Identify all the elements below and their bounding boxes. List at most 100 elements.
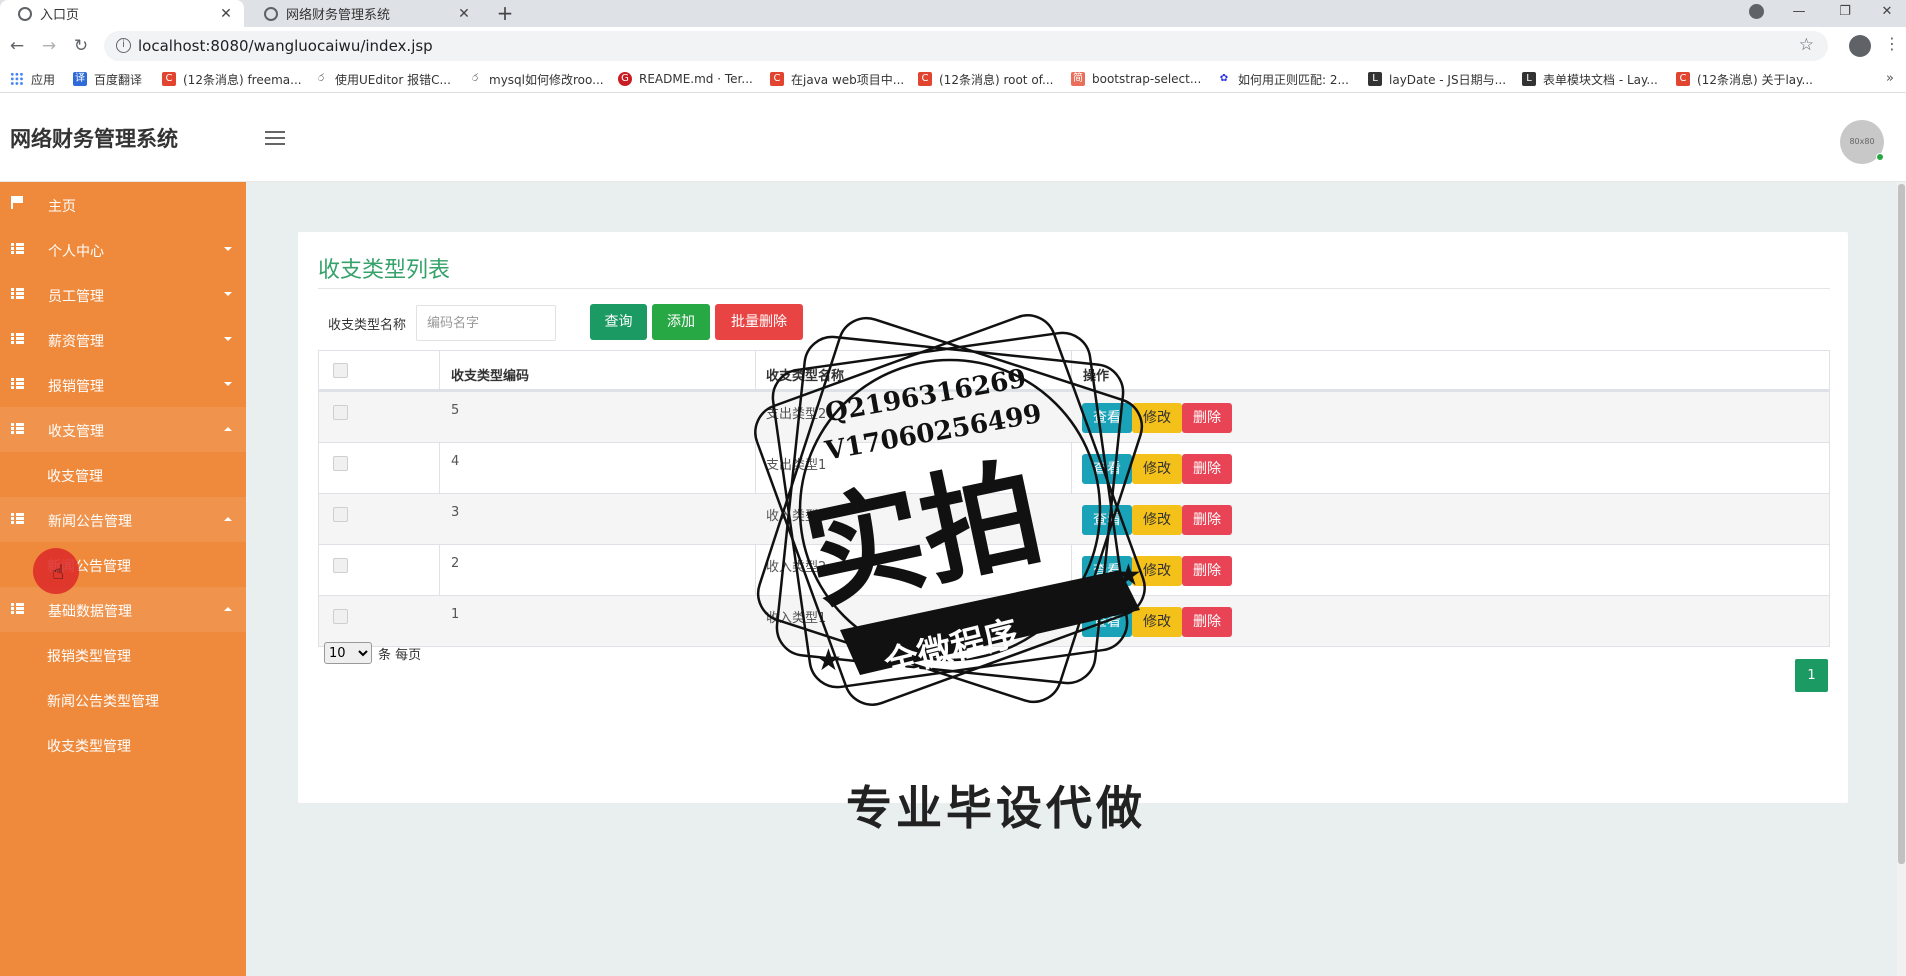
sidebar-item-reimbursement[interactable]: 报销管理 xyxy=(0,362,246,407)
hand-cursor-icon: ☝ xyxy=(52,560,65,584)
page-button-1[interactable]: 1 xyxy=(1795,659,1828,692)
info-icon[interactable]: i xyxy=(116,38,131,53)
table-row: 3 收入类型3 查看 修改 删除 xyxy=(319,493,1829,544)
view-button[interactable]: 查看 xyxy=(1082,505,1132,535)
row-checkbox[interactable] xyxy=(333,507,348,522)
online-status-dot xyxy=(1876,153,1884,161)
bookmark-item[interactable]: ර 使用UEditor 报错C... xyxy=(314,70,451,88)
type-name-cell: 收入类型3 xyxy=(766,509,827,524)
grid-icon xyxy=(11,243,24,254)
forward-icon[interactable]: → xyxy=(38,35,60,57)
csdn-icon: C xyxy=(918,72,932,86)
type-name-search-input[interactable] xyxy=(416,305,556,341)
bookmark-item[interactable]: C (12条消息) root of... xyxy=(918,70,1053,88)
restore-icon[interactable]: ❐ xyxy=(1822,0,1868,27)
edit-button[interactable]: 修改 xyxy=(1132,403,1182,433)
more-vert-icon[interactable]: ⋮ xyxy=(1884,34,1900,53)
column-header: 收支类型名称 xyxy=(766,369,845,384)
view-button[interactable]: 查看 xyxy=(1082,403,1132,433)
delete-button[interactable]: 删除 xyxy=(1182,607,1232,637)
account-icon[interactable] xyxy=(1849,35,1871,57)
bookmarks-overflow-icon[interactable]: » xyxy=(1886,71,1894,86)
edit-button[interactable]: 修改 xyxy=(1132,607,1182,637)
bookmark-item[interactable]: 简 bootstrap-select... xyxy=(1071,70,1201,88)
bookmark-item[interactable]: L 表单模块文档 - Lay... xyxy=(1522,70,1658,88)
view-button[interactable]: 查看 xyxy=(1082,556,1132,586)
tab-search-icon[interactable] xyxy=(1749,4,1764,19)
sidebar-item-salary[interactable]: 薪资管理 xyxy=(0,317,246,362)
back-icon[interactable]: ← xyxy=(6,35,28,57)
grid-icon xyxy=(11,423,24,434)
close-icon[interactable]: ✕ xyxy=(218,6,234,22)
sidebar-subitem-income-type[interactable]: 收支类型管理 xyxy=(0,722,246,767)
bookmark-item[interactable]: ✿ 如何用正则匹配: 2... xyxy=(1217,70,1349,88)
sidebar-item-label: 个人中心 xyxy=(48,244,104,260)
reload-icon[interactable]: ↻ xyxy=(70,35,92,57)
omnibox[interactable]: i localhost:8080/wangluocaiwu/index.jsp … xyxy=(104,31,1828,61)
new-tab-icon[interactable]: + xyxy=(495,1,515,25)
chevron-down-icon xyxy=(224,292,232,296)
window-close-icon[interactable]: ✕ xyxy=(1864,0,1906,27)
chevron-down-icon xyxy=(224,337,232,341)
edit-button[interactable]: 修改 xyxy=(1132,505,1182,535)
bookmark-item[interactable]: C (12条消息) 关于lay... xyxy=(1676,70,1813,88)
bookmark-label: 如何用正则匹配: 2... xyxy=(1238,72,1349,87)
bookmark-item[interactable]: G README.md · Ter... xyxy=(618,70,753,88)
search-button[interactable]: 查询 xyxy=(590,304,647,340)
browser-tab-system[interactable]: 网络财务管理系统 ✕ xyxy=(246,0,482,27)
bookmark-item[interactable]: ර mysql如何修改roo... xyxy=(468,70,604,88)
sidebar-item-label: 员工管理 xyxy=(48,289,104,305)
view-button[interactable]: 查看 xyxy=(1082,607,1132,637)
delete-button[interactable]: 删除 xyxy=(1182,403,1232,433)
table-row: 5 支出类型2 查看 修改 删除 xyxy=(319,391,1829,442)
delete-button[interactable]: 删除 xyxy=(1182,505,1232,535)
globe-icon xyxy=(264,6,278,21)
row-checkbox[interactable] xyxy=(333,456,348,471)
select-all-checkbox[interactable] xyxy=(333,363,348,378)
row-checkbox[interactable] xyxy=(333,609,348,624)
sidebar-item-employees[interactable]: 员工管理 xyxy=(0,272,246,317)
batch-delete-button[interactable]: 批量删除 xyxy=(715,304,803,340)
close-icon[interactable]: ✕ xyxy=(456,6,472,22)
sidebar-item-income-expense[interactable]: 收支管理 xyxy=(0,407,246,452)
app-header: 网络财务管理系统 80x80 xyxy=(0,93,1906,182)
app-title: 网络财务管理系统 xyxy=(10,127,178,151)
type-name-cell: 支出类型1 xyxy=(766,458,827,473)
per-page-select[interactable]: 10 xyxy=(324,642,372,664)
edit-button[interactable]: 修改 xyxy=(1132,454,1182,484)
delete-button[interactable]: 删除 xyxy=(1182,556,1232,586)
tab-title: 网络财务管理系统 xyxy=(286,8,391,23)
jianshu-icon: 简 xyxy=(1071,72,1085,86)
bookmark-item[interactable]: L layDate - JS日期与... xyxy=(1368,70,1506,88)
minimize-icon[interactable]: — xyxy=(1776,0,1822,27)
scrollbar-thumb[interactable] xyxy=(1898,184,1905,864)
sidebar-item-home[interactable]: 主页 xyxy=(0,182,246,227)
baidu-icon: ✿ xyxy=(1219,73,1229,84)
add-button[interactable]: 添加 xyxy=(652,304,710,340)
globe-icon xyxy=(18,6,32,21)
sidebar-subitem-expense-type[interactable]: 报销类型管理 xyxy=(0,632,246,677)
table-row: 2 收入类型2 查看 修改 删除 xyxy=(319,544,1829,595)
browser-tab-entry[interactable]: 入口页 ✕ xyxy=(0,0,244,27)
sidebar-subitem-income-expense[interactable]: 收支管理 xyxy=(0,452,246,497)
bookmark-item[interactable]: C (12条消息) freema... xyxy=(162,70,302,88)
bookmark-item[interactable]: 译 百度翻译 xyxy=(73,70,142,88)
table-row: 4 支出类型1 查看 修改 删除 xyxy=(319,442,1829,493)
delete-button[interactable]: 删除 xyxy=(1182,454,1232,484)
layui-icon: L xyxy=(1368,72,1382,86)
bookmark-label: 应用 xyxy=(31,72,56,87)
row-checkbox[interactable] xyxy=(333,558,348,573)
edit-button[interactable]: 修改 xyxy=(1132,556,1182,586)
sidebar-subitem-news-type[interactable]: 新闻公告类型管理 xyxy=(0,677,246,722)
star-icon[interactable]: ☆ xyxy=(1799,35,1814,55)
view-button[interactable]: 查看 xyxy=(1082,454,1132,484)
chevron-up-icon xyxy=(224,427,232,431)
sidebar-item-news[interactable]: 新闻公告管理 xyxy=(0,497,246,542)
menu-toggle-icon[interactable] xyxy=(265,131,285,145)
row-checkbox[interactable] xyxy=(333,405,348,420)
bookmark-apps[interactable]: 应用 xyxy=(10,70,55,88)
sidebar-subitem-label: 收支管理 xyxy=(47,469,103,485)
sidebar-item-basic-data[interactable]: 基础数据管理 xyxy=(0,587,246,632)
bookmark-item[interactable]: C 在java web项目中... xyxy=(770,70,904,88)
sidebar-item-personal-center[interactable]: 个人中心 xyxy=(0,227,246,272)
